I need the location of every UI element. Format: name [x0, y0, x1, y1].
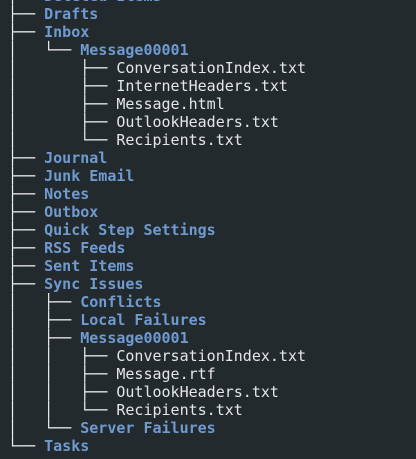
directory-name: Message00001 — [80, 41, 189, 59]
tree-branch-lines: │ ├── — [8, 329, 81, 347]
tree-file-row: │ ├── OutlookHeaders.txt — [8, 113, 306, 131]
tree-branch-lines: │ └── — [8, 131, 117, 149]
tree-directory-row: ├── Junk Email — [8, 167, 306, 185]
file-name: ConversationIndex.txt — [116, 59, 307, 77]
tree-branch-lines: │ │ ├── — [8, 383, 117, 401]
tree-file-row: │ ├── Message.html — [8, 95, 306, 113]
directory-name: Sync Issues — [44, 275, 144, 293]
tree-directory-row: │ ├── Message00001 — [8, 329, 306, 347]
tree-branch-lines: │ ├── — [8, 77, 117, 95]
tree-branch-lines: │ ├── — [8, 311, 81, 329]
tree-branch-lines: │ │ ├── — [8, 347, 117, 365]
tree-file-row: │ │ ├── ConversationIndex.txt — [8, 347, 306, 365]
tree-directory-row: ├── Sync Issues — [8, 275, 306, 293]
directory-name: Conflicts — [80, 293, 162, 311]
directory-name: Tasks — [44, 437, 90, 455]
tree-directory-row: ├── Quick Step Settings — [8, 221, 306, 239]
tree-branch-lines: ├── — [8, 221, 45, 239]
tree-directory-row: ├── Journal — [8, 149, 306, 167]
tree-branch-lines: ├── — [8, 185, 45, 203]
tree-branch-lines: ├── — [8, 5, 45, 23]
tree-branch-lines: ├── — [8, 23, 45, 41]
tree-branch-lines: │ ├── — [8, 293, 81, 311]
tree-directory-row: ├── Sent Items — [8, 257, 306, 275]
tree-file-row: │ └── Recipients.txt — [8, 131, 306, 149]
tree-directory-row: │ ├── Conflicts — [8, 293, 306, 311]
directory-tree-output: ├── Deleted Items├── Drafts├── Inbox│ └─… — [8, 0, 306, 455]
directory-name: RSS Feeds — [44, 239, 126, 257]
tree-directory-row: │ ├── Local Failures — [8, 311, 306, 329]
tree-branch-lines: │ └── — [8, 41, 81, 59]
directory-name: Sent Items — [44, 257, 135, 275]
tree-branch-lines: ├── — [8, 149, 45, 167]
tree-branch-lines: │ │ ├── — [8, 365, 117, 383]
tree-branch-lines: ├── — [8, 275, 45, 293]
tree-file-row: │ │ ├── Message.rtf — [8, 365, 306, 383]
directory-name: Server Failures — [80, 419, 216, 437]
file-name: Message.rtf — [116, 365, 216, 383]
tree-directory-row: ├── Drafts — [8, 5, 306, 23]
tree-directory-row: │ └── Server Failures — [8, 419, 306, 437]
tree-branch-lines: │ ├── — [8, 59, 117, 77]
tree-directory-row: ├── Notes — [8, 185, 306, 203]
tree-branch-lines: │ ├── — [8, 113, 117, 131]
tree-directory-row: └── Tasks — [8, 437, 306, 455]
tree-directory-row: ├── RSS Feeds — [8, 239, 306, 257]
tree-branch-lines: │ │ └── — [8, 401, 117, 419]
directory-name: Notes — [44, 185, 90, 203]
tree-branch-lines: ├── — [8, 167, 45, 185]
file-name: Message.html — [116, 95, 225, 113]
tree-file-row: │ │ ├── OutlookHeaders.txt — [8, 383, 306, 401]
tree-directory-row: ├── Outbox — [8, 203, 306, 221]
directory-name: Local Failures — [80, 311, 207, 329]
file-name: OutlookHeaders.txt — [116, 113, 279, 131]
tree-branch-lines: ├── — [8, 257, 45, 275]
file-name: InternetHeaders.txt — [116, 77, 288, 95]
directory-name: Drafts — [44, 5, 99, 23]
tree-branch-lines: └── — [8, 437, 45, 455]
tree-file-row: │ ├── ConversationIndex.txt — [8, 59, 306, 77]
directory-name: Journal — [44, 149, 108, 167]
directory-name: Quick Step Settings — [44, 221, 216, 239]
directory-name: Junk Email — [44, 167, 135, 185]
tree-file-row: │ │ └── Recipients.txt — [8, 401, 306, 419]
tree-branch-lines: │ └── — [8, 419, 81, 437]
tree-branch-lines: │ ├── — [8, 95, 117, 113]
tree-file-row: │ ├── InternetHeaders.txt — [8, 77, 306, 95]
tree-branch-lines: ├── — [8, 239, 45, 257]
tree-branch-lines: ├── — [8, 203, 45, 221]
directory-name: Message00001 — [80, 329, 189, 347]
directory-name: Outbox — [44, 203, 99, 221]
tree-directory-row: ├── Inbox — [8, 23, 306, 41]
file-name: ConversationIndex.txt — [116, 347, 307, 365]
tree-directory-row: │ └── Message00001 — [8, 41, 306, 59]
file-name: Recipients.txt — [116, 131, 243, 149]
file-name: Recipients.txt — [116, 401, 243, 419]
directory-name: Inbox — [44, 23, 90, 41]
file-name: OutlookHeaders.txt — [116, 383, 279, 401]
